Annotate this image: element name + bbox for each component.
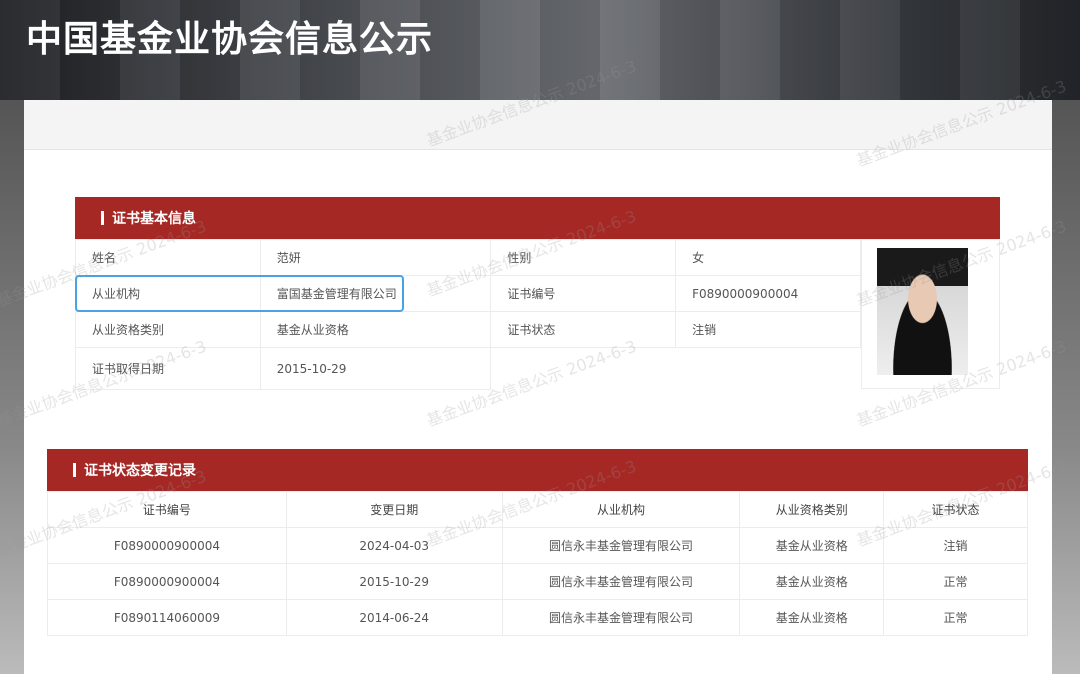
highlight-box [75, 275, 404, 312]
basic-info-title: 证书基本信息 [112, 211, 196, 227]
basic-info-header: 证书基本信息 [75, 197, 1000, 239]
cell: 基金从业资格 [739, 599, 885, 636]
column-header: 变更日期 [285, 491, 503, 528]
cell: 2024-04-03 [285, 527, 503, 564]
cell: 2014-06-24 [285, 599, 503, 636]
content-card: 证书基本信息 姓名 范妍 性别女 从业机构 富国基金管理有限公司 证书编号 F089000… [24, 100, 1052, 674]
column-header: 证书编号 [47, 491, 287, 528]
table-row: F0890000900004 2015-10-29 圆信永丰基金管理有限公司 基金从业… [47, 563, 1028, 600]
card-strip [24, 100, 1052, 150]
label-name: 姓名 [75, 239, 261, 276]
cell: 基金从业资格 [739, 527, 885, 564]
cell: F0890000900004 [47, 527, 287, 564]
basic-info-table: 姓名 范妍 性别女 从业机构 富国基金管理有限公司 证书编号 F0890000900004… [75, 239, 861, 390]
label-cert-number: 证书编号 [490, 275, 677, 312]
history-table: 证书编号 变更日期 从业机构 从业资格类别 证书状态 F089000090000… [47, 491, 1028, 636]
cell: F0890114060009 [47, 599, 287, 636]
table-row: F0890114060009 2014-06-24 圆信永丰基金管理有限公司 基金从业… [47, 599, 1028, 636]
value-cert-status: 注销 [675, 311, 861, 348]
cell: 圆信永丰基金管理有限公司 [501, 599, 741, 636]
cell: 2015-10-29 [285, 563, 503, 600]
cell: F0890000900004 [47, 563, 287, 600]
history-title: 证书状态变更记录 [84, 463, 196, 479]
column-header: 从业机构 [501, 491, 741, 528]
label-cert-date: 证书取得日期 [75, 347, 261, 390]
column-header: 从业资格类别 [739, 491, 885, 528]
background-left [0, 100, 24, 674]
value-cert-date: 2015-10-29 [259, 347, 492, 390]
table-row: 从业资格类别 基金从业资格 证书状态 注销 [75, 311, 861, 348]
value-name: 范妍 [259, 239, 492, 276]
label-qualification: 从业资格类别 [75, 311, 261, 348]
profile-photo [877, 248, 968, 375]
cell: 注销 [883, 527, 1028, 564]
column-header: 证书状态 [883, 491, 1028, 528]
value-gender: 女 [675, 239, 861, 276]
cell: 正常 [883, 563, 1028, 600]
cell: 圆信永丰基金管理有限公司 [501, 563, 741, 600]
cell: 圆信永丰基金管理有限公司 [501, 527, 741, 564]
cell: 正常 [883, 599, 1028, 636]
table-row: F0890000900004 2024-04-03 圆信永丰基金管理有限公司 基金从业… [47, 527, 1028, 564]
background-right [1052, 100, 1080, 674]
page-title: 中国基金业协会信息公示 [26, 19, 434, 60]
history-header: 证书状态变更记录 [47, 449, 1028, 491]
table-row: 姓名 范妍 性别女 [75, 239, 861, 276]
cell: 基金从业资格 [739, 563, 885, 600]
label-gender: 性别 [490, 239, 677, 276]
table-header-row: 证书编号 变更日期 从业机构 从业资格类别 证书状态 [47, 491, 1028, 528]
value-cert-number: F0890000900004 [675, 275, 861, 312]
label-cert-status: 证书状态 [490, 311, 677, 348]
table-row: 证书取得日期 2015-10-29 [75, 347, 861, 390]
value-qualification: 基金从业资格 [259, 311, 492, 348]
